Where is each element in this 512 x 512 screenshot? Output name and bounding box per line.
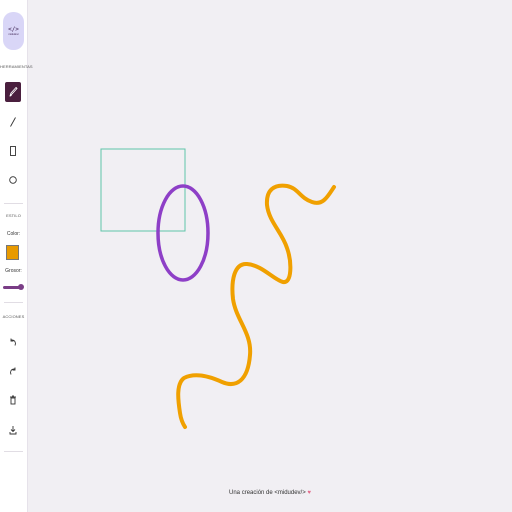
color-label: Color:	[6, 231, 21, 237]
tool-line-button[interactable]	[5, 112, 21, 132]
logo-brackets: </>	[8, 25, 19, 33]
undo-button[interactable]	[5, 332, 21, 352]
drawn-ellipse	[156, 184, 210, 282]
line-icon	[10, 117, 16, 127]
size-slider[interactable]	[3, 284, 24, 290]
color-picker[interactable]	[6, 245, 19, 260]
app-logo: </> midudev/	[3, 12, 24, 50]
redo-button[interactable]	[5, 361, 21, 381]
size-label: Grosor:	[5, 268, 22, 274]
divider	[4, 302, 23, 303]
tool-rectangle-button[interactable]	[5, 141, 21, 161]
tool-pencil-button[interactable]	[5, 82, 21, 102]
drawing-canvas[interactable]	[28, 0, 512, 512]
section-title-actions: ACCIONES	[2, 314, 25, 319]
slider-thumb[interactable]	[18, 284, 24, 290]
pencil-icon	[9, 87, 18, 97]
divider	[4, 451, 23, 452]
logo-text: midudev/	[8, 32, 19, 36]
drawn-freehand-stroke	[176, 183, 336, 429]
heart-icon: ♥	[307, 490, 311, 496]
tool-ellipse-button[interactable]	[5, 170, 21, 190]
undo-icon	[10, 338, 16, 346]
redo-icon	[10, 367, 16, 375]
download-button[interactable]	[5, 420, 21, 440]
clear-button[interactable]	[5, 390, 21, 410]
section-title-tools: HERRAMIENTAS	[0, 64, 33, 69]
rectangle-icon	[10, 146, 16, 156]
trash-icon	[10, 395, 16, 405]
divider	[4, 203, 23, 204]
section-title-style: ESTILO	[6, 213, 21, 218]
footer-text: Una creación de <midudev/>	[229, 490, 308, 496]
sidebar: </> midudev/ HERRAMIENTAS ESTILO Color: …	[0, 0, 33, 512]
footer-credit: Una creación de <midudev/> ♥	[28, 490, 512, 496]
ellipse-icon	[9, 176, 17, 184]
download-icon	[9, 426, 17, 435]
